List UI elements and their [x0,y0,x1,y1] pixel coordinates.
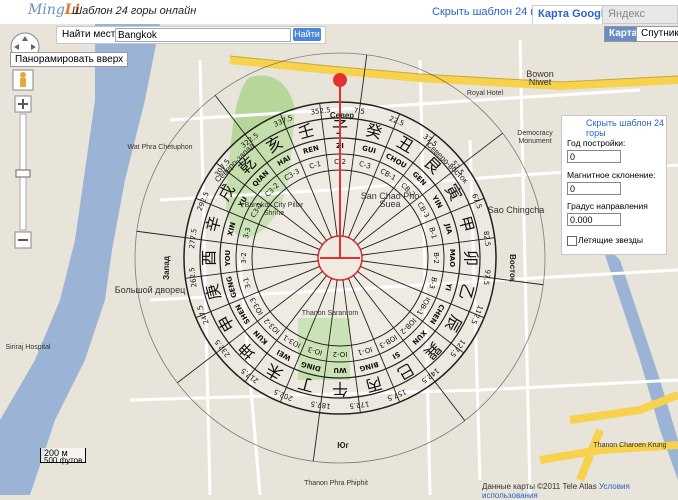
settings-panel: Скрыть шаблон 24 горы Год постройки: Маг… [561,115,667,255]
map-label-democracy: Democracy Monument [517,130,553,145]
compass-palace-code: 3-2 [240,252,248,263]
map-label-bowon: Bowon Niwet [526,69,554,87]
year-label: Год постройки: [567,138,626,148]
compass-pinyin-label: WU [333,366,347,374]
map-label-siriraj: Siriraj Hospital [5,344,51,351]
map-label-royal-hotel: Royal Hotel [466,90,504,97]
declination-input[interactable] [567,182,621,195]
pan-tooltip: Панорамировать вверх [10,52,129,67]
flying-stars-label: Летящие звезды [578,235,643,245]
flying-stars-checkbox[interactable] [567,236,577,246]
direction-west: Запад [162,256,171,280]
compass-mountain-glyph: 酉 [200,250,219,266]
compass-palace-code: B-2 [432,252,440,264]
map-label-sao-chingcha: Sao Chingcha [487,205,545,215]
page-title: Шаблон 24 горы онлайн [72,5,197,17]
compass-mountain-glyph: 卯 [462,250,481,266]
compass-mountain-glyph: 午 [332,380,348,399]
maptype-satellite-button[interactable]: Спутник [636,26,678,42]
zoom-slider-handle[interactable] [15,169,31,178]
find-button[interactable]: Найти [293,28,321,41]
map-canvas[interactable]: 352.5 7.5 22.5 37.5 52.5 67.5 82.5 97.5 112.5 127… [0,24,678,495]
compass-pinyin-label: YOU [224,249,232,267]
direction-north: Север [329,111,355,120]
map-label-saranrom: Thanon Saranrom [301,310,359,317]
map-label-charoen-krung: Thanon Charoen Krung [593,442,667,449]
map-graphics: 352.5 7.522.537.552.567.582.597.5112.5127… [0,24,678,495]
map-copyright: Данные карты ©2011 Tele Atlas [482,482,597,491]
direction-south: Юг [337,441,349,450]
panel-hide-link[interactable]: Скрыть шаблон 24 горы [586,118,666,138]
direction-east: Восток [508,254,517,282]
map-label-grand-palace: Большой дворец [114,285,186,295]
map-label-san-chao: San Chao Pho Suea [360,191,420,209]
facade-input[interactable] [567,213,621,226]
compass-needle-pin [333,73,347,87]
year-input[interactable] [567,150,621,163]
compass-pinyin-label: MAO [448,249,456,267]
map-footer: Данные карты ©2011 Tele Atlas Условия ис… [482,482,678,500]
map-label-lak-mueang: Bangkok City Pillar Shrine [244,202,304,217]
top-bar: MingLi Шаблон 24 горы онлайн Скрыть шабл… [0,0,678,37]
map-label-phra-phiphit: Thanon Phra Phiphit [304,480,368,487]
search-input[interactable] [115,28,291,42]
map-scale: 200 м 500 футов [40,448,86,465]
scale-feet: 500 футов [44,456,83,465]
search-box: Найти место: Найти [56,26,326,44]
tab-yandex-map[interactable]: Яндекс Карты [602,5,678,37]
compass-palace-code: IO-2 [333,350,348,358]
map-label-wat-phra: Wat Phra Chetuphon [127,144,193,151]
declination-label: Магнитное склонение: [567,170,656,180]
